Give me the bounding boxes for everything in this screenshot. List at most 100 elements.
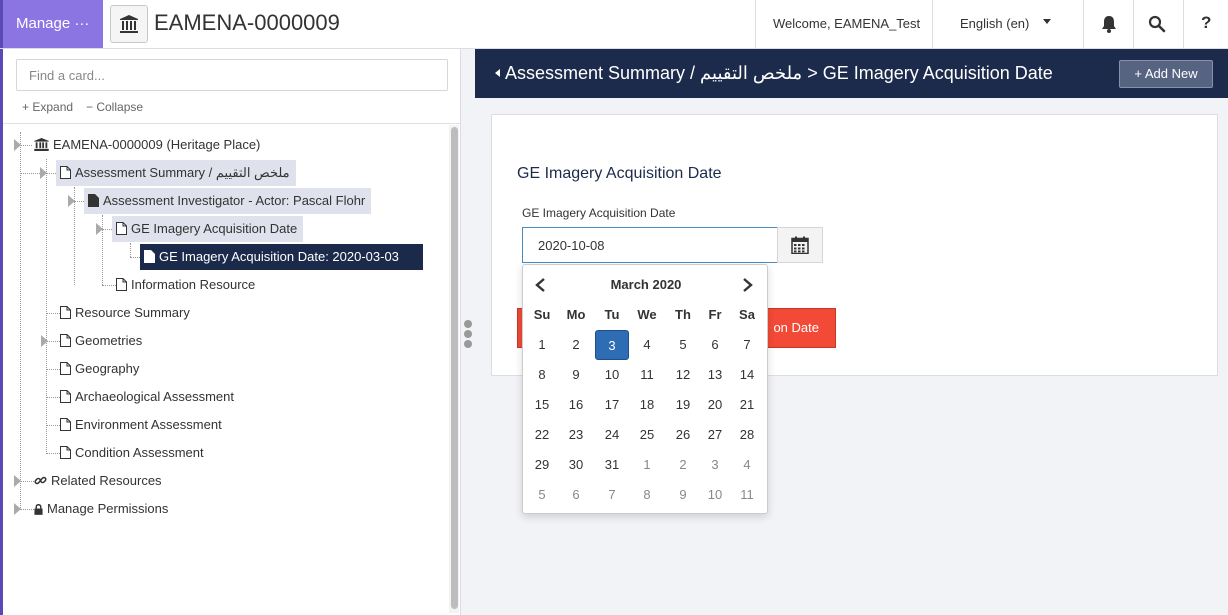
datepicker-day[interactable]: 9 <box>559 360 593 390</box>
tree-node-assessment-summary[interactable]: Assessment Summary / ملخص التقييم <box>56 160 296 186</box>
welcome-user[interactable]: Welcome, EAMENA_Test <box>773 16 920 31</box>
add-new-button[interactable]: + Add New <box>1119 60 1213 88</box>
tree-node-ge-imagery-date-value[interactable]: GE Imagery Acquisition Date: 2020-03-03 <box>140 244 423 270</box>
datepicker-day[interactable]: 8 <box>525 360 559 390</box>
datepicker-day[interactable]: 1 <box>630 450 664 480</box>
tree-node-ge-imagery-acquisition-date[interactable]: GE Imagery Acquisition Date <box>112 216 304 242</box>
datepicker-day[interactable]: 31 <box>595 450 629 480</box>
datepicker-day[interactable]: 23 <box>559 420 593 450</box>
tree-node-manage-permissions[interactable]: Manage Permissions <box>30 496 174 522</box>
delete-button-label: on Date <box>773 320 819 335</box>
datepicker-day[interactable]: 24 <box>595 420 629 450</box>
tree-node-condition-assessment[interactable]: Condition Assessment <box>56 440 210 466</box>
datepicker-day[interactable]: 18 <box>630 390 664 420</box>
caret-down-icon[interactable] <box>1043 19 1051 24</box>
file-outline-icon <box>60 334 71 348</box>
grip-dot <box>464 330 472 338</box>
expand-toggle-icon[interactable] <box>68 195 75 207</box>
divider <box>1133 0 1134 48</box>
chevron-right-icon[interactable] <box>737 277 757 293</box>
datepicker-day[interactable]: 9 <box>666 480 700 510</box>
datepicker-day[interactable]: 27 <box>698 420 732 450</box>
find-card-input[interactable] <box>16 59 448 91</box>
calendar-button[interactable] <box>777 227 823 263</box>
expand-toggle-icon[interactable] <box>41 335 48 347</box>
tree-node-archaeological-assessment[interactable]: Archaeological Assessment <box>56 384 240 410</box>
datepicker-day[interactable]: 28 <box>730 420 764 450</box>
divider <box>1083 0 1084 48</box>
caret-left-icon[interactable] <box>495 69 500 77</box>
datepicker-day[interactable]: 21 <box>730 390 764 420</box>
datepicker-day[interactable]: 19 <box>666 390 700 420</box>
datepicker-day[interactable]: 6 <box>559 480 593 510</box>
datepicker-day[interactable]: 25 <box>630 420 664 450</box>
datepicker-day[interactable]: 13 <box>698 360 732 390</box>
tree-node-label: Environment Assessment <box>75 417 222 432</box>
date-input[interactable] <box>522 227 778 263</box>
datepicker-day[interactable]: 26 <box>666 420 700 450</box>
datepicker-day[interactable]: 11 <box>730 480 764 510</box>
datepicker-day[interactable]: 2 <box>559 330 593 360</box>
datepicker-day[interactable]: 2 <box>666 450 700 480</box>
panel-resize-handle[interactable] <box>461 49 475 615</box>
datepicker-day[interactable]: 10 <box>595 360 629 390</box>
datepicker-day[interactable]: 12 <box>666 360 700 390</box>
tree-connector <box>20 132 21 510</box>
tree-node-assessment-investigator[interactable]: Assessment Investigator - Actor: Pascal … <box>84 188 372 214</box>
datepicker-day[interactable]: 5 <box>666 330 700 360</box>
datepicker-day-selected[interactable]: 3 <box>595 330 629 360</box>
datepicker-day[interactable]: 8 <box>630 480 664 510</box>
weekday-header: Sa <box>739 307 755 322</box>
datepicker-day[interactable]: 17 <box>595 390 629 420</box>
divider <box>755 0 756 48</box>
help-button[interactable]: ? <box>1201 13 1211 33</box>
datepicker-day[interactable]: 16 <box>559 390 593 420</box>
collapse-all-link[interactable]: − Collapse <box>86 100 143 114</box>
datepicker-day[interactable]: 11 <box>630 360 664 390</box>
expand-toggle-icon[interactable] <box>14 503 21 515</box>
tree-node-label: Archaeological Assessment <box>75 389 234 404</box>
expand-toggle-icon[interactable] <box>14 139 21 151</box>
search-icon[interactable] <box>1147 14 1167 34</box>
datepicker-day[interactable]: 30 <box>559 450 593 480</box>
tree-scrollbar-thumb[interactable] <box>451 127 458 609</box>
language-selector[interactable]: English (en) <box>960 16 1029 31</box>
tree-node-related-resources[interactable]: Related Resources <box>30 468 168 494</box>
manage-menu-button[interactable]: Manage ··· <box>0 0 103 48</box>
tree-node-geometries[interactable]: Geometries <box>56 328 148 354</box>
datepicker-day[interactable]: 10 <box>698 480 732 510</box>
expand-toggle-icon[interactable] <box>96 223 103 235</box>
datepicker-month-label[interactable]: March 2020 <box>523 277 769 292</box>
datepicker-day[interactable]: 4 <box>730 450 764 480</box>
expand-all-link[interactable]: + Expand <box>22 100 73 114</box>
tree-node-information-resource[interactable]: Information Resource <box>112 272 261 298</box>
tree-node-geography[interactable]: Geography <box>56 356 145 382</box>
datepicker-day[interactable]: 20 <box>698 390 732 420</box>
datepicker-day[interactable]: 7 <box>730 330 764 360</box>
datepicker-day[interactable]: 3 <box>698 450 732 480</box>
calendar-icon <box>791 236 809 254</box>
datepicker-day[interactable]: 29 <box>525 450 559 480</box>
divider <box>932 0 933 48</box>
expand-toggle-icon[interactable] <box>14 475 21 487</box>
field-label: GE Imagery Acquisition Date <box>522 206 676 220</box>
tree-node-label: GE Imagery Acquisition Date: 2020-03-03 <box>159 249 399 264</box>
tree-node-resource-summary[interactable]: Resource Summary <box>56 300 196 326</box>
tree-node-heritage-place[interactable]: EAMENA-0000009 (Heritage Place) <box>30 132 266 158</box>
datepicker-day[interactable]: 5 <box>525 480 559 510</box>
editor-header: Assessment Summary / ملخص التقييم > GE I… <box>475 49 1228 98</box>
expand-toggle-icon[interactable] <box>40 167 47 179</box>
datepicker-day[interactable]: 7 <box>595 480 629 510</box>
weekday-header: Mo <box>566 307 586 322</box>
datepicker-day[interactable]: 1 <box>525 330 559 360</box>
bell-icon[interactable] <box>1099 14 1119 34</box>
building-icon <box>120 15 138 33</box>
datepicker-day[interactable]: 14 <box>730 360 764 390</box>
resource-title: EAMENA-0000009 <box>154 10 340 35</box>
tree-node-environment-assessment[interactable]: Environment Assessment <box>56 412 228 438</box>
datepicker-day[interactable]: 4 <box>630 330 664 360</box>
datepicker-day[interactable]: 22 <box>525 420 559 450</box>
datepicker-day[interactable]: 15 <box>525 390 559 420</box>
breadcrumb: Assessment Summary / ملخص التقييم > GE I… <box>505 63 1053 83</box>
datepicker-day[interactable]: 6 <box>698 330 732 360</box>
